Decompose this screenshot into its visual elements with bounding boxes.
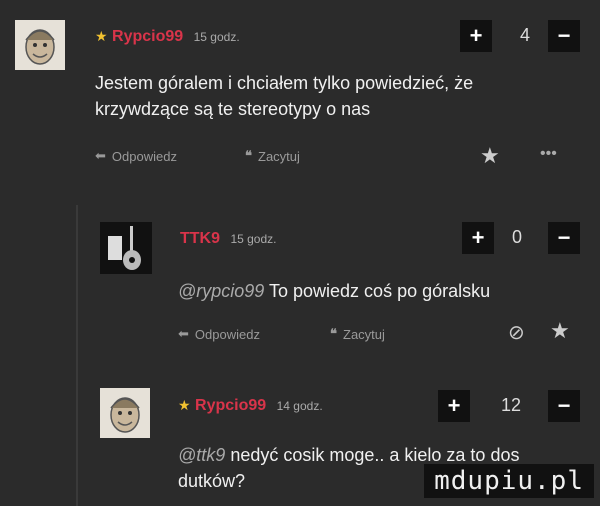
- more-options-icon[interactable]: •••: [540, 145, 557, 163]
- upvote-button[interactable]: +: [460, 20, 492, 52]
- comment-header: ★ Rypcio99 14 godz.: [178, 397, 323, 415]
- avatar[interactable]: [100, 388, 150, 438]
- guitar-avatar-icon: [100, 222, 152, 274]
- comment-header: TTK9 15 godz.: [180, 230, 277, 248]
- reply-arrow-icon: ⬅: [178, 326, 189, 341]
- downvote-button[interactable]: −: [548, 222, 580, 254]
- thread-line: [76, 205, 78, 506]
- timestamp: 15 godz.: [193, 30, 240, 44]
- upvote-button[interactable]: +: [462, 222, 494, 254]
- vote-count: 4: [519, 25, 530, 45]
- vote-count: 12: [500, 395, 522, 415]
- reply-arrow-icon: ⬅: [95, 148, 106, 163]
- user-avatar-icon: [100, 388, 150, 438]
- favorite-star-icon[interactable]: ★: [550, 318, 570, 344]
- reply-label: Odpowiedz: [194, 326, 260, 342]
- comment-body: To powiedz coś po góralsku: [269, 281, 491, 301]
- vote-count: 0: [511, 227, 522, 247]
- avatar[interactable]: [100, 222, 152, 274]
- quote-button[interactable]: ❝ Zacytuj: [330, 326, 385, 342]
- timestamp: 15 godz.: [230, 232, 277, 246]
- downvote-button[interactable]: −: [548, 390, 580, 422]
- mention-link[interactable]: @rypcio99: [178, 281, 264, 301]
- avatar[interactable]: [15, 20, 65, 70]
- comment-text: @rypcio99 To powiedz coś po góralsku: [178, 278, 578, 304]
- username-link[interactable]: TTK9: [180, 230, 220, 247]
- star-icon: ★: [95, 28, 108, 44]
- timestamp: 14 godz.: [276, 399, 323, 413]
- site-watermark: mdupiu.pl: [424, 464, 594, 498]
- quote-label: Zacytuj: [258, 148, 300, 164]
- reply-button[interactable]: ⬅ Odpowiedz: [178, 326, 260, 342]
- upvote-button[interactable]: +: [438, 390, 470, 422]
- reply-label: Odpowiedz: [111, 148, 177, 164]
- comment-text: Jestem góralem i chciałem tylko powiedzi…: [95, 73, 474, 119]
- comment-header: ★ Rypcio99 15 godz.: [95, 28, 240, 46]
- username-link[interactable]: Rypcio99: [195, 397, 266, 414]
- favorite-star-icon[interactable]: ★: [480, 143, 500, 169]
- user-avatar-icon: [15, 20, 65, 70]
- quote-label: Zacytuj: [343, 326, 385, 342]
- username-link[interactable]: Rypcio99: [112, 28, 183, 45]
- reply-button[interactable]: ⬅ Odpowiedz: [95, 148, 177, 164]
- star-icon: ★: [178, 397, 191, 413]
- quote-icon: ❝: [330, 326, 337, 341]
- downvote-button[interactable]: −: [548, 20, 580, 52]
- quote-button[interactable]: ❝ Zacytuj: [245, 148, 300, 164]
- quote-icon: ❝: [245, 148, 252, 163]
- mention-link[interactable]: @ttk9: [178, 445, 225, 465]
- block-icon[interactable]: ⊘: [508, 320, 525, 345]
